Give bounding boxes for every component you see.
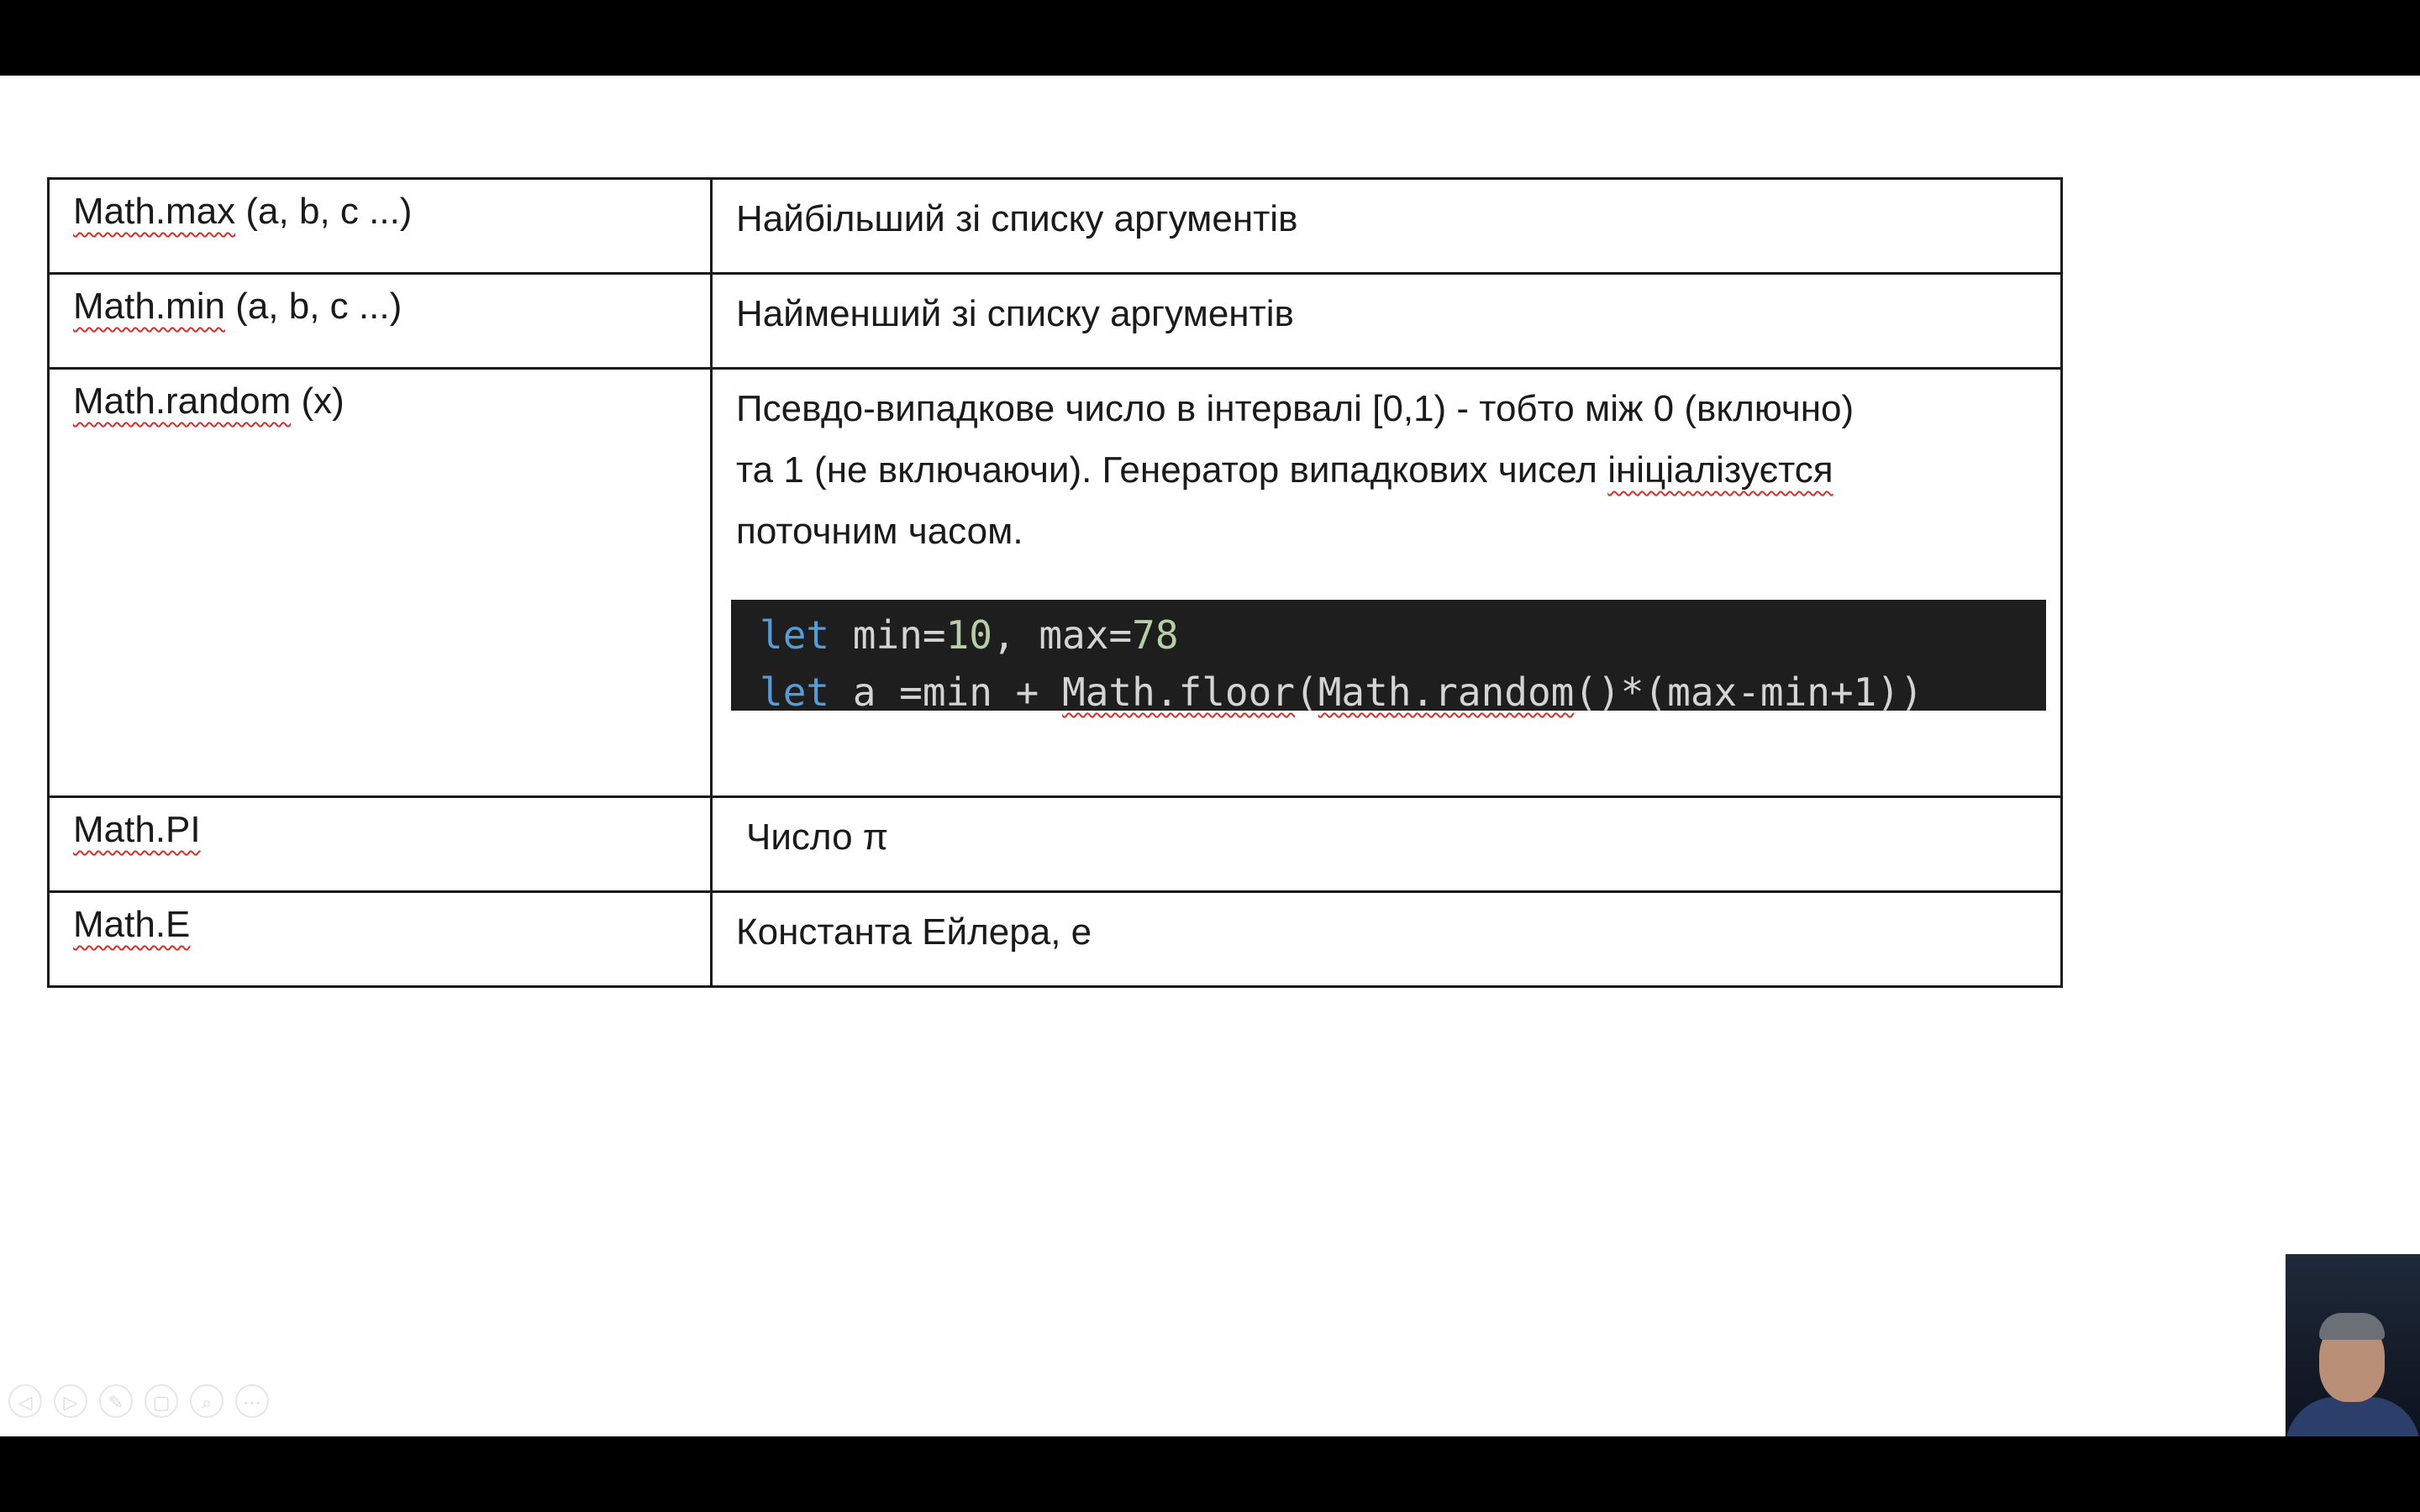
description-line: та 1 (не включаючи). Генератор випадкови… bbox=[736, 449, 1833, 491]
description-cell: Псевдо-випадкове число в інтервалі [0,1)… bbox=[710, 367, 2063, 798]
description-text: Найбільший зі списку аргументів bbox=[736, 198, 1298, 239]
table-row: Math.min (a, b, c ...) Найменший зі спис… bbox=[47, 272, 2063, 370]
previous-icon[interactable]: ◁ bbox=[8, 1384, 42, 1418]
method-args: (a, b, c ...) bbox=[235, 191, 413, 232]
table-row: Math.E Константа Ейлера, e bbox=[47, 890, 2063, 988]
slides-icon[interactable]: ▢ bbox=[145, 1384, 178, 1418]
next-icon[interactable]: ▷ bbox=[54, 1384, 87, 1418]
description-cell: Константа Ейлера, e bbox=[710, 890, 2063, 988]
method-name: Math.min bbox=[73, 286, 225, 327]
description-text: Псевдо-випадкове число в інтервалі [0,1)… bbox=[736, 378, 2044, 562]
table-row: Math.PI Число π bbox=[47, 795, 2063, 893]
math-methods-table: Math.max (a, b, c ...) Найбільший зі спи… bbox=[47, 177, 2063, 988]
method-cell: Math.min (a, b, c ...) bbox=[47, 272, 713, 370]
method-name: Math.random bbox=[73, 381, 292, 422]
method-cell: Math.max (a, b, c ...) bbox=[47, 177, 713, 275]
presenter-webcam bbox=[2286, 1254, 2420, 1436]
code-line: let min=10, max=78 bbox=[760, 612, 1179, 658]
description-cell: Число π bbox=[710, 795, 2063, 893]
method-args: (x) bbox=[291, 381, 345, 422]
code-line: let a =min + Math.floor(Math.random()*(m… bbox=[760, 669, 1923, 715]
description-line: поточним часом. bbox=[736, 511, 1023, 552]
spellcheck-word: ініціалізуєтся bbox=[1607, 449, 1833, 491]
table-row: Math.max (a, b, c ...) Найбільший зі спи… bbox=[47, 177, 2063, 275]
description-text: Константа Ейлера, e bbox=[736, 911, 1092, 953]
description-text: Найменший зі списку аргументів bbox=[736, 293, 1294, 334]
description-line: Псевдо-випадкове число в інтервалі [0,1)… bbox=[736, 388, 1854, 429]
method-name: Math.E bbox=[73, 904, 191, 945]
method-cell: Math.PI bbox=[47, 795, 713, 893]
method-cell: Math.random (x) bbox=[47, 367, 713, 798]
method-cell: Math.E bbox=[47, 890, 713, 988]
pen-icon[interactable]: ✎ bbox=[99, 1384, 133, 1418]
description-text: Число π bbox=[746, 816, 889, 858]
description-cell: Найменший зі списку аргументів bbox=[710, 272, 2063, 370]
more-icon[interactable]: ⋯ bbox=[235, 1384, 269, 1418]
method-name: Math.PI bbox=[73, 809, 201, 850]
method-args: (a, b, c ...) bbox=[224, 286, 402, 327]
slide: Math.max (a, b, c ...) Найбільший зі спи… bbox=[0, 76, 2420, 1436]
zoom-icon[interactable]: ⌕ bbox=[190, 1384, 224, 1418]
method-name: Math.max bbox=[73, 191, 236, 232]
slideshow-toolbar: ◁ ▷ ✎ ▢ ⌕ ⋯ bbox=[8, 1384, 269, 1418]
code-block: let min=10, max=78 let a =min + Math.floo… bbox=[731, 600, 2046, 715]
description-cell: Найбільший зі списку аргументів bbox=[710, 177, 2063, 275]
table-row: Math.random (x) Псевдо-випадкове число в… bbox=[47, 367, 2063, 798]
